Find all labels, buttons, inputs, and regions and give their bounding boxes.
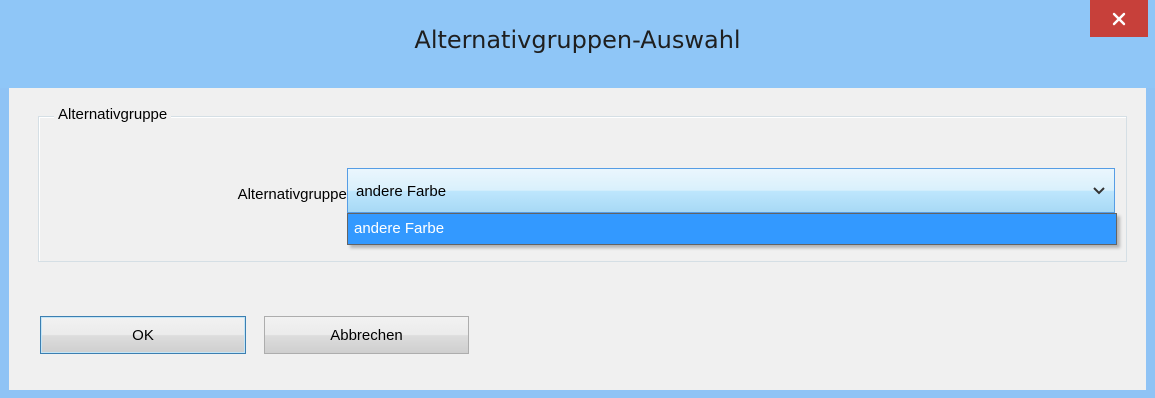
combo-label: Alternativgruppe: (237, 186, 351, 203)
cancel-button[interactable]: Abbrechen (264, 316, 469, 354)
combo-dropdown-list: andere Farbe (347, 213, 1117, 245)
dropdown-option[interactable]: andere Farbe (348, 214, 1116, 244)
alternativgruppe-combobox[interactable]: andere Farbe (347, 168, 1115, 213)
close-icon (1112, 12, 1126, 25)
dialog-content: Alternativgruppe Alternativgruppe: ander… (9, 88, 1146, 390)
title-bar[interactable]: Alternativgruppen-Auswahl (0, 0, 1155, 88)
window-title: Alternativgruppen-Auswahl (414, 26, 741, 54)
cancel-button-label: Abbrechen (330, 326, 403, 344)
ok-button[interactable]: OK (40, 316, 246, 354)
chevron-down-icon[interactable] (1090, 181, 1108, 201)
combo-selected-value: andere Farbe (356, 183, 447, 200)
close-button[interactable] (1090, 0, 1148, 37)
ok-button-label: OK (132, 326, 154, 344)
group-box-title: Alternativgruppe (54, 106, 172, 123)
dialog-window: Alternativgruppen-Auswahl Alternativgrup… (0, 0, 1155, 398)
